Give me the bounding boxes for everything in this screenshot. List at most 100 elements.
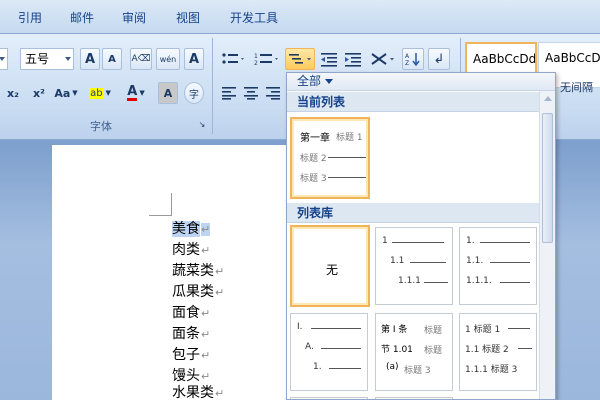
list-library-tile[interactable]: 1 1.1 1.1.1: [375, 227, 453, 305]
doc-line[interactable]: 肉类↵: [172, 239, 210, 259]
paragraph-mark: ↵: [215, 387, 225, 400]
numbering-button[interactable]: 1 2: [252, 48, 282, 70]
list-library-none-tile[interactable]: 无: [290, 225, 370, 307]
tile-level-1-caption: 标题 1: [336, 133, 363, 143]
chevron-down-icon: ▼: [105, 89, 111, 97]
doc-line[interactable]: 面条↵: [172, 323, 210, 343]
document-page[interactable]: 美食↵ 肉类↵ 蔬菜类↵ 瓜果类↵ 面食↵ 面条↵ 包子↵ 馒头↵ 水果类↵: [52, 145, 312, 400]
tile-level-2-caption: 标题 2: [300, 154, 327, 164]
align-center-button[interactable]: [240, 82, 262, 104]
doc-line-text: 水果类: [172, 385, 214, 400]
font-name-combo-tail[interactable]: [0, 48, 8, 70]
filter-selector[interactable]: 全部: [287, 73, 555, 91]
pilcrow-icon: ↲: [433, 51, 445, 67]
grow-font-button[interactable]: A: [80, 48, 100, 70]
current-list-tile[interactable]: 第一章 标题 1 标题 2 标题 3: [290, 117, 370, 199]
chevron-down-icon: ▼: [139, 89, 145, 97]
paragraph-mark: ↵: [201, 244, 211, 257]
svg-text:2: 2: [254, 60, 258, 67]
tile-level-3-text: 1.1.1: [398, 276, 421, 286]
tab-review[interactable]: 审阅: [122, 9, 146, 26]
doc-line[interactable]: 瓜果类↵: [172, 281, 224, 301]
tile-level-3-text: 1.1.1.: [466, 276, 492, 286]
font-dialog-launcher-icon[interactable]: ↘: [196, 118, 208, 130]
scroll-up-arrow-icon[interactable]: [544, 96, 552, 101]
chinese-layout-button[interactable]: [368, 48, 398, 70]
tile-level-3-caption: 标题 3: [300, 174, 327, 184]
list-library-tile[interactable]: 第 I 条 标题 节 1.01 标题 (a) 标题 3: [375, 313, 453, 391]
tile-level-3-text: (a): [386, 362, 399, 372]
tab-developer[interactable]: 开发工具: [230, 9, 278, 26]
align-right-button[interactable]: [262, 82, 284, 104]
paragraph-mark: ↵: [215, 286, 225, 299]
list-library-tile[interactable]: 1. 1.1. 1.1.1.: [459, 227, 537, 305]
filter-label: 全部: [297, 74, 322, 88]
tile-level-1-text: 第 I 条: [381, 325, 408, 335]
paragraph-mark: ↵: [201, 307, 211, 320]
tile-line: [518, 348, 532, 349]
dropdown-scrollbar[interactable]: [539, 91, 555, 399]
highlight-label: ab: [89, 87, 104, 99]
doc-line[interactable]: 水果类↵: [172, 382, 224, 400]
doc-line[interactable]: 美食↵: [172, 218, 211, 238]
paragraph-mark: ↵: [201, 328, 211, 341]
superscript-button[interactable]: x²: [28, 82, 50, 104]
svg-text:A: A: [405, 53, 410, 60]
doc-line-text: 肉类: [172, 242, 200, 258]
scroll-thumb[interactable]: [542, 113, 553, 243]
phonetic-guide-button[interactable]: wén: [156, 48, 180, 70]
tile-line: [392, 242, 444, 243]
font-color-button[interactable]: A ▼: [120, 82, 152, 104]
tile-level-3-caption: 标题 3: [404, 366, 431, 376]
tile-level-1-text: 1 标题 1: [465, 325, 501, 335]
doc-line[interactable]: 包子↵: [172, 344, 210, 364]
show-paragraph-marks-button[interactable]: ↲: [428, 48, 450, 70]
svg-text:1: 1: [254, 53, 258, 60]
shrink-font-button[interactable]: A: [102, 48, 122, 70]
enclose-characters-button[interactable]: 字: [184, 82, 204, 104]
font-size-combo[interactable]: 五号: [20, 48, 74, 70]
doc-line[interactable]: 蔬菜类↵: [172, 260, 224, 280]
tile-line: [508, 328, 530, 329]
tile-line: [321, 348, 361, 349]
style-no-spacing-label: 无间隔: [560, 81, 593, 94]
margin-guide: [171, 193, 172, 216]
subscript-button[interactable]: x₂: [2, 82, 24, 104]
decrease-indent-button[interactable]: [318, 48, 340, 70]
tab-references[interactable]: 引用: [18, 9, 42, 26]
multilevel-list-button[interactable]: [285, 48, 315, 70]
change-case-button[interactable]: Aa ▼: [52, 82, 80, 104]
section-current-list: 当前列表: [287, 92, 539, 112]
tile-line: [328, 157, 366, 158]
align-right-icon: [266, 87, 280, 100]
style-no-spacing-preview: AaBbCcDd: [545, 51, 600, 65]
group-separator: [212, 38, 213, 134]
multilevel-list-icon: [289, 54, 311, 64]
font-size-value: 五号: [25, 52, 50, 66]
tile-level-3-text: 1.1.1 标题 3: [465, 365, 518, 375]
bullets-button[interactable]: [218, 48, 248, 70]
clear-format-button[interactable]: A⌫: [130, 48, 152, 70]
highlight-button[interactable]: ab ▼: [84, 82, 116, 104]
doc-line-text: 包子: [172, 347, 200, 363]
tile-level-1-text: 1: [382, 236, 388, 246]
align-left-button[interactable]: [218, 82, 240, 104]
tab-mailings[interactable]: 邮件: [70, 9, 94, 26]
doc-line-text: 面条: [172, 326, 200, 342]
selected-text: 美食: [172, 221, 200, 237]
list-library-tile[interactable]: 1 标题 1 1.1 标题 2 1.1.1 标题 3: [459, 313, 537, 391]
tile-line: [410, 262, 446, 263]
list-library-tile[interactable]: I. A. 1.: [290, 313, 368, 391]
multilevel-list-dropdown: 全部 当前列表 第一章 标题 1 标题 2 标题 3 列表库 无 1 1.1 1…: [286, 72, 556, 400]
tab-view[interactable]: 视图: [176, 9, 200, 26]
align-center-icon: [244, 87, 258, 100]
tile-level-2-text: 节 1.01: [381, 345, 413, 355]
doc-line[interactable]: 面食↵: [172, 302, 210, 322]
increase-indent-button[interactable]: [342, 48, 364, 70]
sort-button[interactable]: AZ: [402, 48, 424, 70]
tile-level-2-text: 1.1 标题 2: [465, 345, 509, 355]
tile-level-1-text: 1.: [466, 236, 475, 246]
character-shading-button[interactable]: A: [158, 82, 178, 104]
character-border-button[interactable]: A: [184, 48, 204, 70]
doc-line-text: 蔬菜类: [172, 263, 214, 279]
